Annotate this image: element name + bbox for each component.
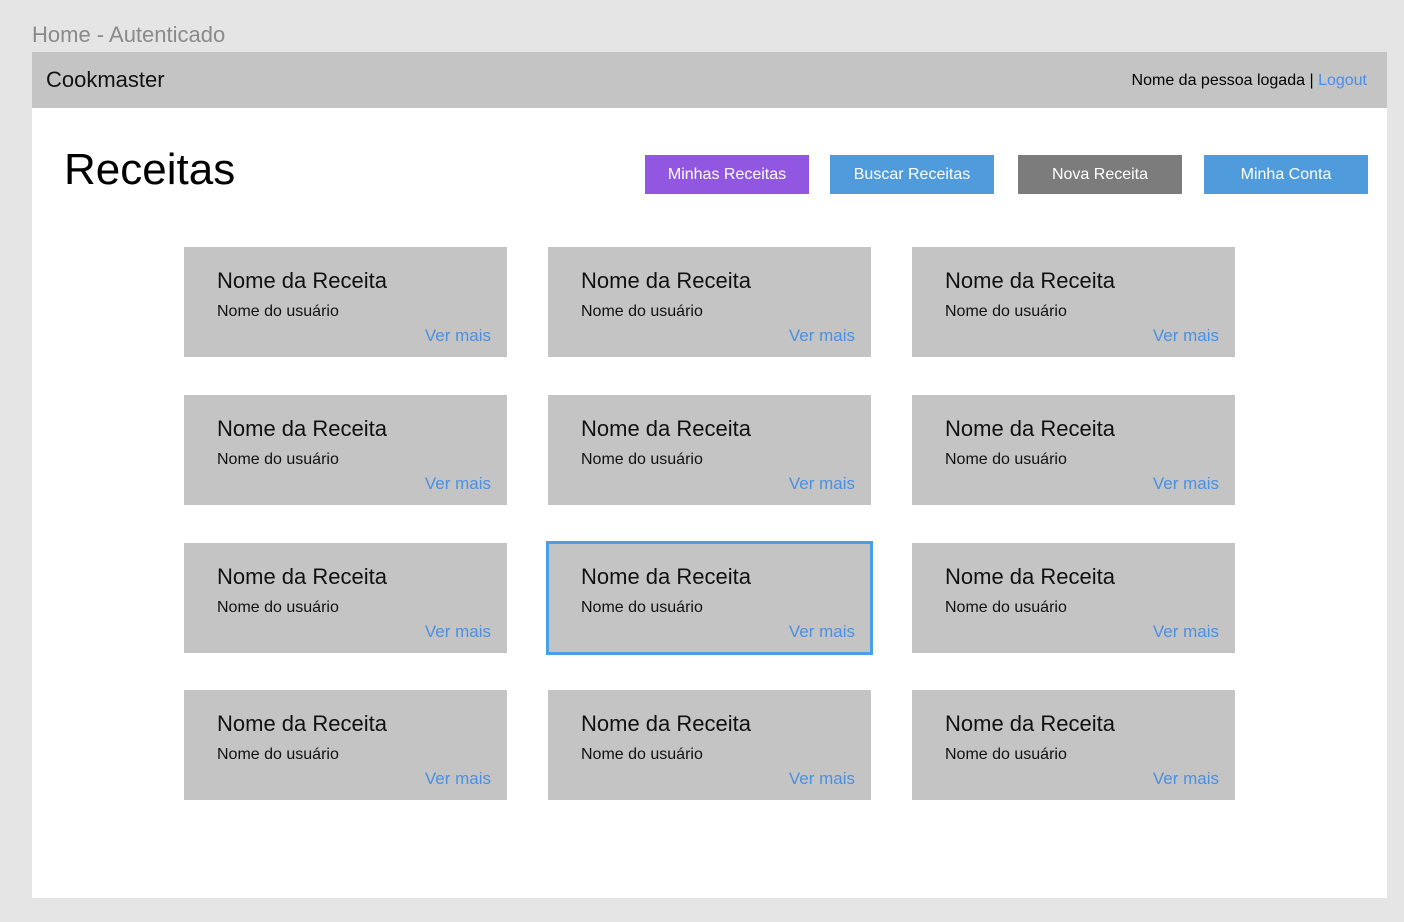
user-area: Nome da pessoa logada | Logout [1132,70,1367,92]
recipe-card[interactable]: Nome da Receita Nome do usuário Ver mais [912,543,1235,653]
recipe-title: Nome da Receita [945,564,1115,589]
recipe-author: Nome do usuário [945,599,1067,616]
recipe-title: Nome da Receita [581,416,751,441]
recipe-title: Nome da Receita [945,711,1115,736]
frame-label: Home - Autenticado [32,22,226,47]
see-more-link[interactable]: Ver mais [1153,473,1219,495]
recipe-card[interactable]: Nome da Receita Nome do usuário Ver mais [184,395,507,505]
recipe-card[interactable]: Nome da Receita Nome do usuário Ver mais [184,690,507,800]
page-frame: Cookmaster Nome da pessoa logada | Logou… [32,52,1387,898]
recipe-title: Nome da Receita [581,268,751,293]
recipe-author: Nome do usuário [581,451,703,468]
see-more-link[interactable]: Ver mais [789,325,855,347]
logged-user-name: Nome da pessoa logada | [1131,72,1314,89]
recipe-title: Nome da Receita [217,564,387,589]
recipe-card[interactable]: Nome da Receita Nome do usuário Ver mais [548,247,871,357]
new-recipe-button[interactable]: Nova Receita [1018,155,1182,194]
recipe-author: Nome do usuário [945,303,1067,320]
recipe-title: Nome da Receita [581,564,751,589]
recipe-author: Nome do usuário [217,599,339,616]
see-more-link[interactable]: Ver mais [1153,768,1219,790]
recipe-author: Nome do usuário [581,303,703,320]
see-more-link[interactable]: Ver mais [425,768,491,790]
recipe-title: Nome da Receita [945,416,1115,441]
my-account-button[interactable]: Minha Conta [1204,155,1368,194]
see-more-link[interactable]: Ver mais [425,621,491,643]
recipe-card[interactable]: Nome da Receita Nome do usuário Ver mais [912,247,1235,357]
recipe-card[interactable]: Nome da Receita Nome do usuário Ver mais [912,690,1235,800]
page-title: Receitas [64,145,236,194]
brand-logo[interactable]: Cookmaster [46,66,165,94]
recipe-author: Nome do usuário [217,451,339,468]
see-more-link[interactable]: Ver mais [1153,621,1219,643]
recipe-author: Nome do usuário [217,303,339,320]
recipe-card[interactable]: Nome da Receita Nome do usuário Ver mais [548,690,871,800]
recipe-card[interactable]: Nome da Receita Nome do usuário Ver mais [184,247,507,357]
see-more-link[interactable]: Ver mais [425,473,491,495]
recipe-title: Nome da Receita [217,711,387,736]
see-more-link[interactable]: Ver mais [789,768,855,790]
see-more-link[interactable]: Ver mais [789,621,855,643]
recipe-card[interactable]: Nome da Receita Nome do usuário Ver mais [912,395,1235,505]
recipe-author: Nome do usuário [581,599,703,616]
recipe-card[interactable]: Nome da Receita Nome do usuário Ver mais [184,543,507,653]
recipe-card[interactable]: Nome da Receita Nome do usuário Ver mais [548,395,871,505]
my-recipes-button[interactable]: Minhas Receitas [645,155,809,194]
search-recipes-button[interactable]: Buscar Receitas [830,155,994,194]
recipe-author: Nome do usuário [945,451,1067,468]
top-navbar: Cookmaster Nome da pessoa logada | Logou… [32,52,1387,108]
recipe-author: Nome do usuário [581,746,703,763]
recipe-title: Nome da Receita [945,268,1115,293]
recipe-title: Nome da Receita [581,711,751,736]
recipe-author: Nome do usuário [217,746,339,763]
recipe-author: Nome do usuário [945,746,1067,763]
recipe-title: Nome da Receita [217,416,387,441]
see-more-link[interactable]: Ver mais [1153,325,1219,347]
see-more-link[interactable]: Ver mais [425,325,491,347]
logout-link[interactable]: Logout [1318,72,1367,89]
recipe-title: Nome da Receita [217,268,387,293]
recipe-card-selected[interactable]: Nome da Receita Nome do usuário Ver mais [546,541,873,655]
see-more-link[interactable]: Ver mais [789,473,855,495]
